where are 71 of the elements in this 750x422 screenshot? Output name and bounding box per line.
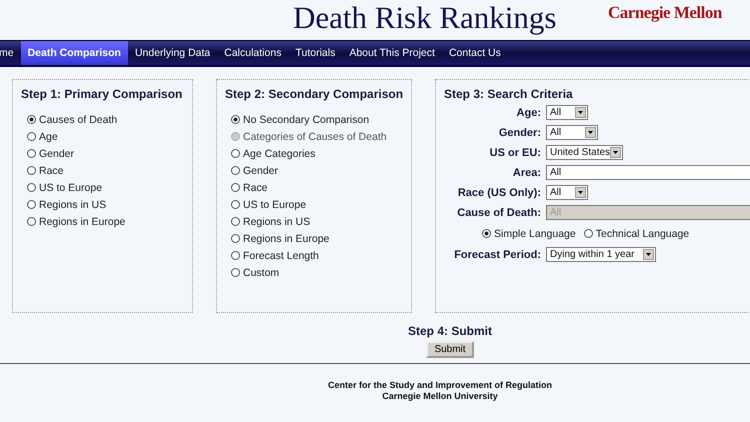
option-label: Forecast Length: [243, 250, 319, 262]
caret-icon: [588, 131, 593, 134]
logo: Carnegie Mellon: [608, 3, 722, 23]
nav-tab[interactable]: Underlying Data: [128, 41, 218, 65]
site-title: Death Risk Rankings: [293, 0, 556, 36]
caret-icon: [646, 253, 651, 256]
option-label: Regions in Europe: [39, 216, 126, 228]
nav-tab[interactable]: Tutorials: [288, 41, 342, 65]
radio-button[interactable]: [231, 115, 240, 124]
nav-tab[interactable]: About This Project: [342, 41, 442, 65]
radio-button[interactable]: [231, 166, 240, 175]
radio-button[interactable]: [231, 234, 240, 243]
option-label: Causes of Death: [39, 114, 118, 126]
radio-button[interactable]: [231, 149, 240, 158]
dropdown[interactable]: United States: [546, 145, 623, 160]
option-label: No Secondary Comparison: [243, 114, 370, 126]
dropdown[interactable]: All: [546, 105, 588, 120]
option-label: Custom: [243, 266, 280, 278]
option-label: Regions in Europe: [243, 232, 330, 244]
option-label: US to Europe: [243, 198, 306, 210]
radio-button[interactable]: [231, 251, 240, 260]
radio-button[interactable]: [27, 200, 36, 209]
dropdown[interactable]: All: [546, 165, 750, 180]
caret-icon: [613, 151, 618, 154]
footer-text: Carnegie Mellon University: [382, 391, 498, 402]
radio-button[interactable]: [27, 166, 36, 175]
caret-icon: [578, 111, 583, 114]
field-label: Area:: [512, 166, 541, 178]
radio-button[interactable]: [27, 132, 36, 141]
radio-button[interactable]: [231, 183, 240, 192]
radio-button[interactable]: [482, 229, 491, 238]
option-label: Age Categories: [243, 148, 316, 160]
field-label: Cause of Death:: [456, 206, 541, 218]
option-label: Technical Language: [596, 228, 690, 240]
option-label: Gender: [243, 164, 278, 176]
dropdown[interactable]: All: [546, 185, 588, 200]
option-label: Gender: [39, 148, 74, 160]
field-label: Forecast Period:: [453, 248, 541, 260]
field-label: Race (US Only):: [456, 186, 541, 198]
field-label: Gender:: [498, 126, 541, 138]
submit-button[interactable]: Submit: [426, 341, 474, 358]
panel-title: Step 1: Primary Comparison: [21, 87, 184, 101]
panel-title: Step 3: Search Criteria: [444, 87, 574, 101]
field-label: US or EU:: [488, 146, 541, 158]
radio-button[interactable]: [27, 217, 36, 226]
option-label: Age: [39, 130, 58, 142]
radio-button[interactable]: [27, 183, 36, 192]
option-label: Regions in US: [39, 198, 106, 210]
panel-title: Step 2: Secondary Comparison: [225, 87, 404, 101]
radio-button[interactable]: [231, 268, 240, 277]
radio-button[interactable]: [584, 229, 593, 238]
section-title: Step 4: Submit: [408, 324, 492, 338]
option-label: US to Europe: [39, 182, 102, 194]
field-label: Age:: [516, 106, 541, 118]
nav-tab[interactable]: Calculations: [217, 41, 288, 65]
dropdown[interactable]: Dying within 1 year: [546, 247, 656, 262]
radio-button[interactable]: [231, 217, 240, 226]
radio-button[interactable]: [27, 149, 36, 158]
option-label: Race: [243, 182, 268, 194]
footer-text: Center for the Study and Improvement of Regulation: [328, 380, 552, 391]
option-label: Categories of Causes of Death: [243, 130, 387, 142]
option-label: Race: [39, 164, 64, 176]
radio-button[interactable]: [27, 115, 36, 124]
nav-tab[interactable]: me: [0, 41, 21, 65]
radio-button[interactable]: [231, 200, 240, 209]
dropdown[interactable]: All: [546, 125, 598, 140]
option-label: Simple Language: [494, 228, 576, 240]
option-label: Regions in US: [243, 216, 310, 228]
caret-icon: [578, 191, 583, 194]
nav-tab[interactable]: Death Comparison: [20, 41, 128, 65]
nav-tab[interactable]: Contact Us: [442, 41, 508, 65]
